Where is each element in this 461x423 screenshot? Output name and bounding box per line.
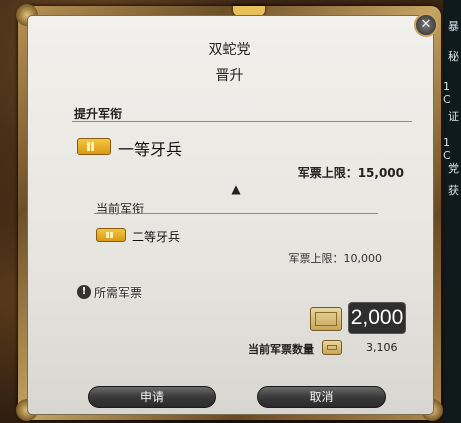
dialog-title: 双蛇党 (208, 42, 251, 58)
current-seals-label: 当前军票数量 (248, 343, 314, 356)
side-text: 1 C (443, 136, 451, 162)
required-seals-label: 所需军票 (94, 286, 143, 300)
rank-insignia-icon (77, 138, 111, 155)
current-seals-value: 3,106 (366, 341, 398, 354)
company-seal-icon (322, 340, 342, 355)
up-arrow-icon: ▲ (231, 182, 241, 196)
company-seal-icon (310, 307, 342, 331)
close-icon[interactable]: ✕ (414, 13, 438, 37)
apply-button[interactable]: 申请 (88, 386, 216, 408)
side-text: 1 C (443, 80, 451, 106)
cancel-button[interactable]: 取消 (257, 386, 386, 408)
side-text: 秘 (448, 50, 459, 63)
exclamation-icon: ! (77, 285, 91, 299)
side-text: 证 (448, 110, 459, 123)
side-text: 党 (448, 162, 459, 175)
current-rank-name: 二等牙兵 (132, 230, 181, 244)
divider (72, 121, 412, 122)
promote-rank-cap: 军票上限：15,000 (297, 166, 404, 180)
dialog-subtitle: 晋升 (215, 68, 244, 84)
promote-rank-name: 一等牙兵 (118, 140, 183, 159)
current-rank-cap: 军票上限：10,000 (288, 252, 383, 265)
divider (94, 213, 378, 214)
required-seals-cost: 2,000 (348, 302, 406, 334)
background-side-panel: 暴 秘 1 C 证 1 C 党 获 (443, 0, 461, 423)
current-rank-label: 当前军衔 (96, 202, 145, 216)
rank-insignia-icon (96, 228, 126, 242)
promote-rank-label: 提升军衔 (74, 107, 123, 121)
side-text: 暴 (448, 20, 459, 33)
side-text: 获 (448, 184, 459, 197)
